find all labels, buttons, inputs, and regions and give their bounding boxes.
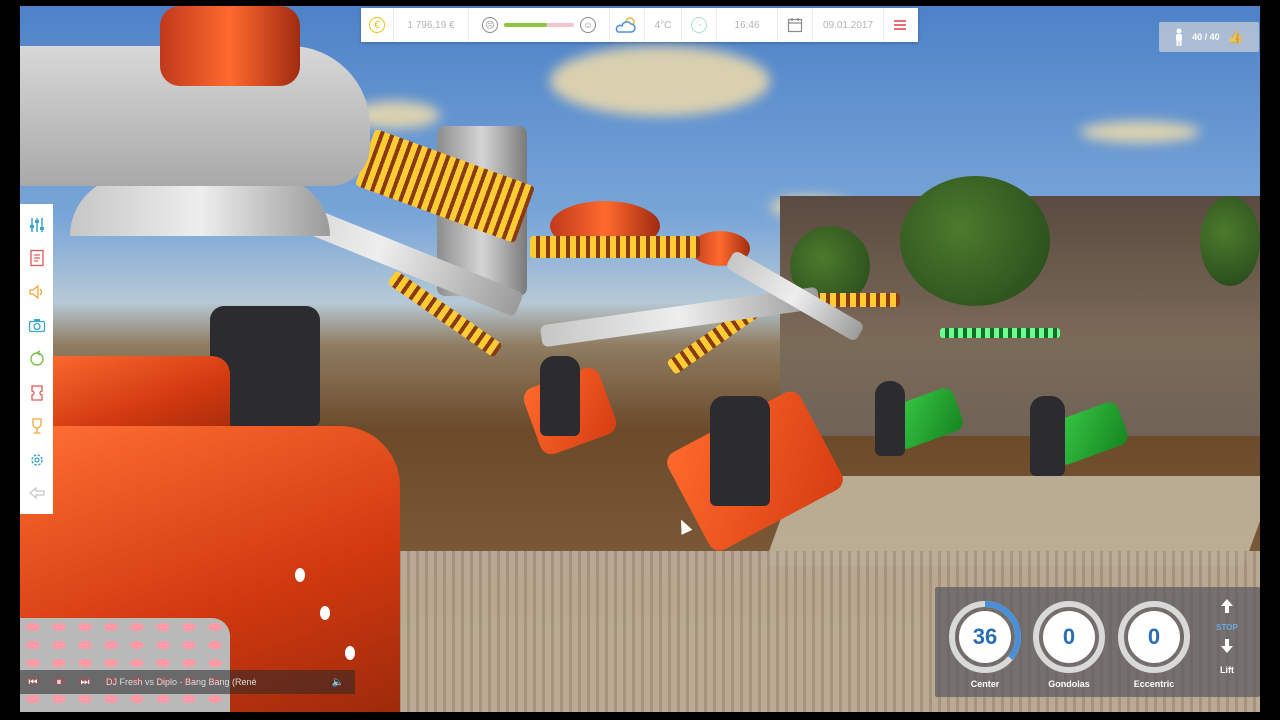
gondolas-gauge-label: Gondolas [1048,679,1090,689]
ride-light-strip [940,328,1060,338]
camera-button[interactable] [26,314,48,336]
calendar-icon [787,18,803,33]
ride-light-strip [530,236,700,258]
left-toolbar [20,204,53,514]
calendar-button[interactable] [778,8,813,42]
happy-face-icon: ☺ [580,17,596,33]
foreground-grille [20,618,230,712]
sliders-icon [29,217,44,232]
money-button[interactable]: € [361,8,394,42]
tree [1200,196,1260,286]
gondola-light [295,568,305,582]
next-track-button[interactable]: ⏭ [72,677,98,688]
pause-icon: ⏸ [56,676,62,688]
date-value: 09.01.2017 [813,8,884,42]
lift-control: STOP Lift [1204,598,1250,675]
rider [540,356,580,436]
center-gauge-value: 36 [972,624,998,649]
center-gauge[interactable]: 36 Center [947,599,1023,689]
track-title: DJ Fresh vs Diplo - Bang Bang (René [106,677,257,687]
tree [900,176,1050,306]
lift-label: Lift [1220,665,1234,675]
top-status-bar: € 1 796,19 € ☹ ☺ 4°C ◔ 16:46 09.01.2017 [361,8,918,42]
satisfaction-bar-fill [504,23,548,27]
speaker-icon [28,284,42,300]
stop-button[interactable]: STOP [1204,623,1250,632]
sad-face-icon: ☹ [482,17,498,33]
achievements-button[interactable] [26,415,48,437]
ride-controls-button[interactable] [26,214,48,236]
gear-icon [30,453,43,466]
rider [875,381,905,456]
visitor-counter[interactable]: 40 / 40 👍 [1159,22,1259,52]
lift-down-arrow-icon[interactable] [1220,638,1234,654]
checklist-icon [29,250,44,267]
rider [1030,396,1065,476]
settings-button[interactable] [26,449,48,471]
weather-partly-cloudy-icon [615,17,636,33]
ticket-icon [30,384,43,401]
pause-button[interactable]: ⏸ [46,677,72,688]
eccentric-gauge[interactable]: 0 Eccentric [1116,599,1192,689]
weather-button[interactable] [610,8,645,42]
music-player: ⏮ ⏸ ⏭ DJ Fresh vs Diplo - Bang Bang (Ren… [20,670,355,694]
volume-button[interactable]: 🔈 [321,677,355,688]
satisfaction-bar [504,23,574,27]
recycle-icon [29,350,44,366]
time-value: 16:46 [717,8,778,42]
temperature-value: 4°C [645,8,682,42]
foreground-hub [160,6,300,86]
coin-icon: € [369,17,385,33]
eccentric-gauge-label: Eccentric [1133,679,1175,689]
exit-button[interactable] [26,482,48,504]
cloud [550,46,770,116]
gondolas-gauge[interactable]: 0 Gondolas [1031,599,1107,689]
center-gauge-label: Center [970,679,1000,689]
satisfaction-meter[interactable]: ☹ ☺ [469,8,610,42]
menu-icon [894,20,906,30]
person-icon [1176,28,1183,46]
gondolas-gauge-value: 0 [1062,624,1076,649]
rider [710,396,770,506]
cloud [1080,121,1200,143]
trophy-icon [31,418,42,434]
staff-button[interactable] [26,382,48,404]
gondola-light [345,646,355,660]
clock-button[interactable]: ◔ [682,8,717,42]
money-value: 1 796,19 € [394,8,469,42]
maintenance-button[interactable] [26,348,48,370]
next-icon: ⏭ [80,676,90,688]
eccentric-gauge-value: 0 [1147,624,1161,649]
camera-icon [28,318,45,333]
menu-button[interactable] [884,8,916,42]
volume-icon: 🔈 [331,676,345,688]
clock-icon: ◔ [691,17,707,33]
visitor-count: 40 / 40 [1192,32,1220,42]
audio-button[interactable] [26,281,48,303]
thumbs-up-icon: 👍 [1227,29,1244,44]
gondola-light [320,606,330,620]
previous-icon: ⏮ [28,676,38,688]
previous-track-button[interactable]: ⏮ [20,677,46,688]
tasks-button[interactable] [26,247,48,269]
lift-up-arrow-icon[interactable] [1220,598,1234,614]
back-arrow-icon [28,486,45,500]
